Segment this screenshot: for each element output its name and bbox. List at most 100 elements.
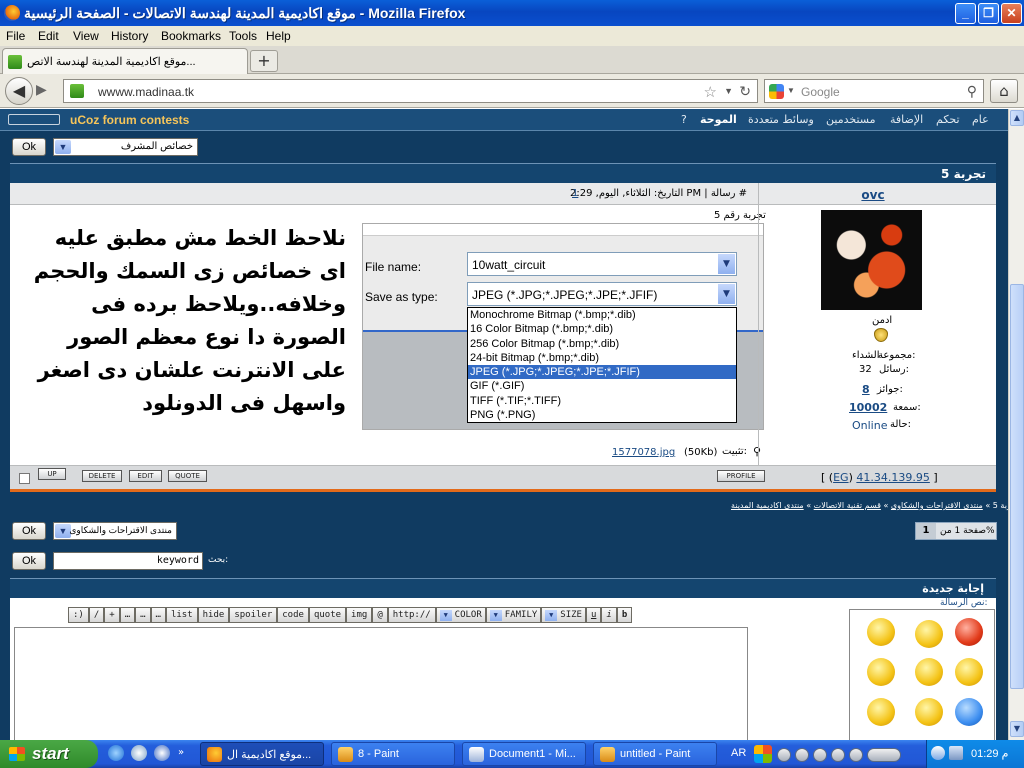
windows-media-icon[interactable] xyxy=(754,745,772,763)
bookmark-star-icon[interactable]: ☆ xyxy=(704,83,717,101)
forum-jump-ok-button[interactable]: Ok xyxy=(12,522,46,540)
ucoz-contests-link[interactable]: uCoz forum contests xyxy=(70,113,189,127)
minimize-button[interactable]: _ xyxy=(955,3,976,24)
vertical-scrollbar[interactable]: ▲ ▼ xyxy=(1008,109,1024,740)
bbcode-underline-button[interactable]: u xyxy=(585,607,602,623)
bbcode-code-button[interactable]: code xyxy=(277,607,309,623)
bbcode-quote-button[interactable]: quote xyxy=(308,607,347,623)
shocked-smiley-icon[interactable] xyxy=(867,698,895,726)
ip-link[interactable]: 41.34.139.95 xyxy=(856,471,929,484)
ucoz-link-users[interactable]: مستخدمين xyxy=(826,113,875,126)
post-number-link[interactable]: 1 xyxy=(572,188,578,199)
mod-actions-select[interactable]: ▼ خصائص المشرف xyxy=(53,138,198,156)
user-awards-link[interactable]: 8 xyxy=(862,383,870,396)
scroll-down-icon[interactable]: ▼ xyxy=(1010,721,1024,737)
bbcode-img-button[interactable]: img xyxy=(346,607,373,623)
cold-smiley-icon[interactable] xyxy=(955,698,983,726)
bbcode-list-button[interactable]: list xyxy=(165,607,198,623)
ucoz-link-control[interactable]: تحكم xyxy=(936,113,960,126)
delete-button[interactable]: DELETE xyxy=(82,470,122,482)
tab-current[interactable]: موقع اكاديمية المدينة لهندسة الاتص... xyxy=(2,48,248,74)
window-title-bar[interactable]: موقع اكاديمية المدينة لهندسة الاتصالات -… xyxy=(0,0,1024,26)
user-reputation-link[interactable]: 10002 xyxy=(849,401,887,414)
back-button[interactable]: ◀ xyxy=(5,77,33,105)
bbcode-family-select[interactable]: ▼ FAMILY xyxy=(485,607,542,623)
unamused-smiley-icon[interactable] xyxy=(915,620,943,648)
media-player-icon[interactable] xyxy=(154,745,170,761)
ucoz-link-media[interactable]: وسائط متعددة xyxy=(748,113,814,126)
home-button[interactable]: ⌂ xyxy=(990,79,1018,103)
media-prev-icon[interactable] xyxy=(777,748,791,762)
bbcode-italic-button[interactable]: i xyxy=(601,607,617,623)
bbcode-smile-button[interactable]: :) xyxy=(68,607,89,623)
ucoz-link-general[interactable]: عام xyxy=(972,113,989,126)
clock[interactable]: 01:29 م xyxy=(971,747,1008,760)
task-paint-8[interactable]: 8 - Paint xyxy=(331,742,455,766)
volume-icon[interactable] xyxy=(867,748,901,762)
engine-dropdown-icon[interactable]: ▼ xyxy=(787,86,795,95)
bbcode-url-button[interactable]: http:// xyxy=(387,607,436,623)
bbcode-plus-button[interactable]: + xyxy=(104,607,120,623)
search-icon[interactable]: ⚲ xyxy=(967,83,977,100)
bbcode-bold-button[interactable]: b xyxy=(616,607,633,623)
surprised-smiley-icon[interactable] xyxy=(915,658,943,686)
task-word[interactable]: Document1 - Mi... xyxy=(462,742,586,766)
post-image[interactable]: File name: 10watt_circuit ▼ Save as type… xyxy=(362,223,764,430)
forward-button[interactable]: ▶ xyxy=(36,82,47,98)
breadcrumb-forum-link[interactable]: منتدى الاقتراحات والشكاوى xyxy=(891,501,983,510)
reload-icon[interactable]: ↻ xyxy=(739,83,751,100)
restore-button[interactable]: ❐ xyxy=(978,3,999,24)
menu-history[interactable]: History xyxy=(111,29,148,43)
menu-edit[interactable]: Edit xyxy=(38,29,59,43)
select-post-checkbox[interactable] xyxy=(19,473,30,484)
edit-button[interactable]: EDIT xyxy=(129,470,162,482)
sad-smiley-icon[interactable] xyxy=(955,658,983,686)
bbcode-more-button[interactable]: … xyxy=(135,607,151,623)
language-indicator[interactable]: AR xyxy=(731,747,746,759)
quote-button[interactable]: QUOTE xyxy=(168,470,207,482)
confused-smiley-icon[interactable] xyxy=(867,618,895,646)
bbcode-email-button[interactable]: @ xyxy=(372,607,388,623)
network-icon[interactable] xyxy=(949,746,963,760)
laughing-smiley-icon[interactable] xyxy=(867,658,895,686)
ip-country-link[interactable]: EG xyxy=(833,471,848,484)
bbcode-size-select[interactable]: ▼ SIZE xyxy=(541,607,586,623)
tray-chevron-icon[interactable] xyxy=(931,746,945,760)
new-tab-button[interactable]: + xyxy=(250,50,278,72)
close-button[interactable]: ✕ xyxy=(1001,3,1022,24)
show-desktop-icon[interactable] xyxy=(131,745,147,761)
google-engine-icon[interactable] xyxy=(769,84,784,99)
scroll-up-icon[interactable]: ▲ xyxy=(1010,110,1024,126)
breadcrumb-section-link[interactable]: قسم تقنية الاتصالات xyxy=(814,501,881,510)
bbcode-spoiler-button[interactable]: spoiler xyxy=(229,607,278,623)
forum-jump-select[interactable]: ▼ منتدى الاقتراحات والشكاوى xyxy=(53,522,177,540)
task-paint-untitled[interactable]: untitled - Paint xyxy=(593,742,717,766)
bbcode-slash-button[interactable]: / xyxy=(88,607,105,623)
attachment-link[interactable]: 1577078.jpg xyxy=(612,447,675,458)
start-button[interactable]: start xyxy=(0,740,98,768)
reply-textarea[interactable] xyxy=(14,627,748,740)
bbcode-color-select[interactable]: ▼ COLOR xyxy=(435,607,486,623)
ucoz-help-link[interactable]: ? xyxy=(681,113,687,126)
ucoz-link-add[interactable]: الإضافة xyxy=(890,113,923,126)
search-ok-button[interactable]: Ok xyxy=(12,552,46,570)
grin-smiley-icon[interactable] xyxy=(915,698,943,726)
media-play-icon[interactable] xyxy=(795,748,809,762)
up-button[interactable]: UP xyxy=(38,468,66,480)
media-pause-icon[interactable] xyxy=(831,748,845,762)
media-next-icon[interactable] xyxy=(849,748,863,762)
menu-tools[interactable]: Tools xyxy=(229,29,257,43)
menu-help[interactable]: Help xyxy=(266,29,291,43)
menu-view[interactable]: View xyxy=(73,29,99,43)
pager-current-page[interactable]: 1 xyxy=(916,523,936,539)
bbcode-more-button[interactable]: … xyxy=(150,607,166,623)
scroll-thumb[interactable] xyxy=(1010,284,1024,689)
bbcode-more-button[interactable]: … xyxy=(119,607,136,623)
url-history-dropdown-icon[interactable]: ▼ xyxy=(724,86,733,96)
ucoz-link-panel[interactable]: الموحة xyxy=(700,113,737,126)
angry-smiley-icon[interactable] xyxy=(955,618,983,646)
breadcrumb-home-link[interactable]: منتدى اكاديمية المدينة xyxy=(731,501,804,510)
ucoz-logo-icon[interactable] xyxy=(8,114,60,125)
menu-bookmarks[interactable]: Bookmarks xyxy=(161,29,221,43)
url-bar[interactable]: wwww.madinaa.tk ☆ ▼ ↻ xyxy=(63,79,758,103)
